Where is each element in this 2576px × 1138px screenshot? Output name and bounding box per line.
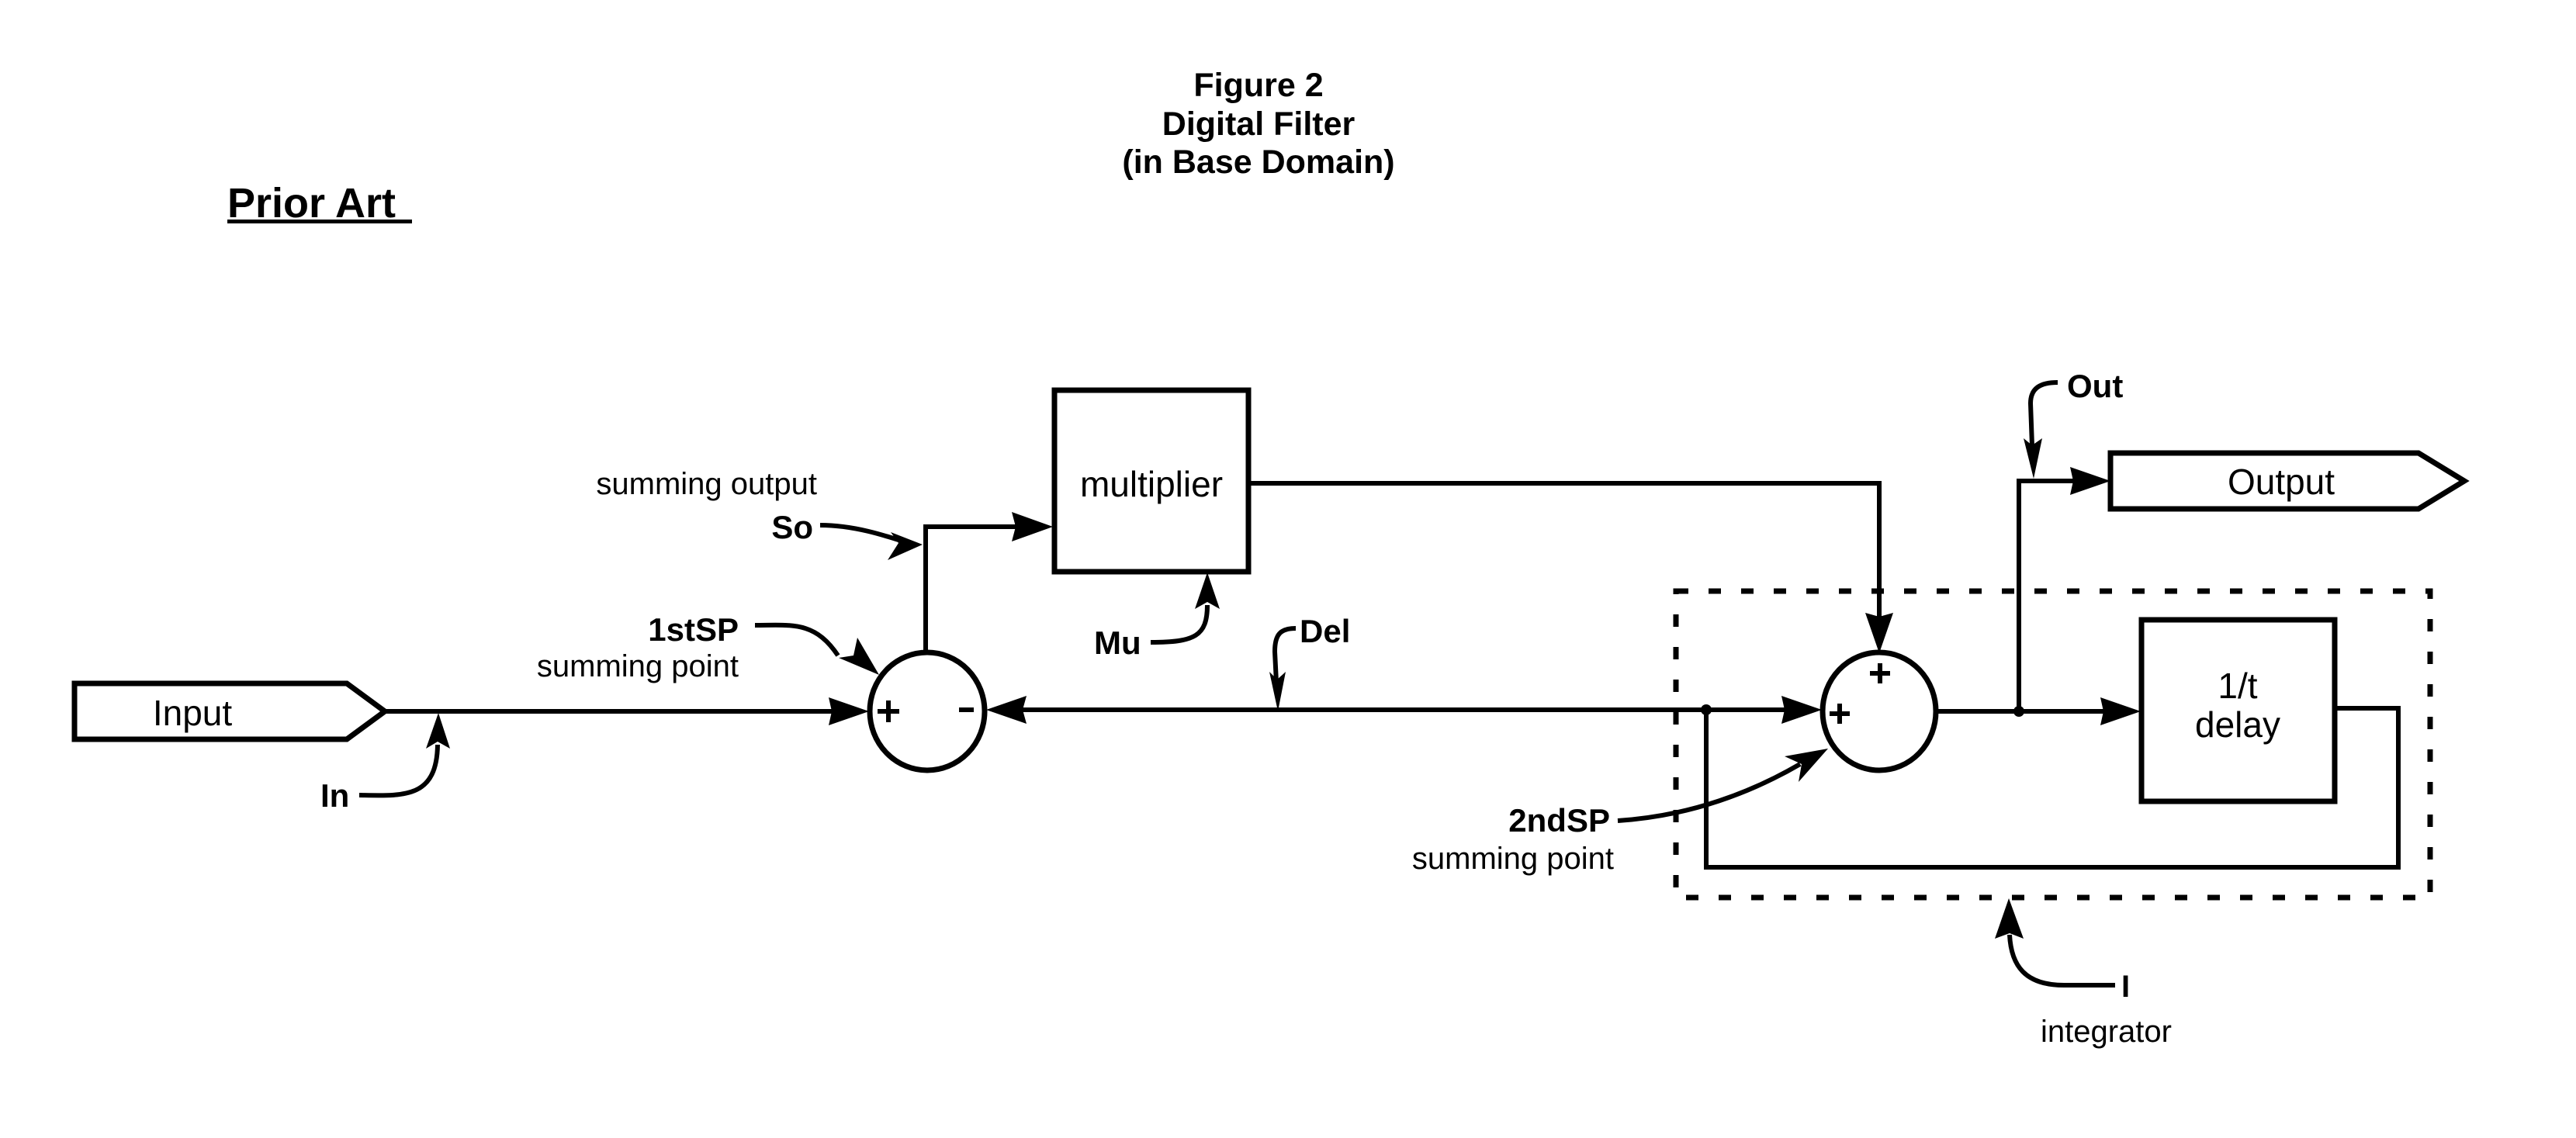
label-del: Del bbox=[1300, 613, 1350, 649]
first-summing-point bbox=[867, 649, 988, 773]
leader-sp1 bbox=[754, 622, 840, 657]
wire-branch-to-output bbox=[2017, 479, 2083, 711]
output-label: Output bbox=[2228, 462, 2335, 502]
arrowhead-into-sp1-plus bbox=[829, 697, 869, 725]
delay-label-text: delay bbox=[2195, 704, 2280, 745]
label-sp1: 1stSP bbox=[648, 611, 739, 648]
leader-integrator bbox=[2007, 934, 2115, 988]
label-sp2: 2ndSP bbox=[1508, 802, 1610, 839]
leader-sp2 bbox=[1617, 762, 1802, 823]
arrowhead-into-sp2-top bbox=[1865, 613, 1893, 653]
wire-sp1-to-multiplier bbox=[923, 524, 1024, 652]
input-block: Input bbox=[71, 680, 390, 742]
leader-out bbox=[2027, 380, 2058, 447]
figure-title: Digital Filter bbox=[1162, 105, 1356, 143]
arrowhead-into-output bbox=[2070, 467, 2110, 495]
second-summing-point bbox=[1819, 649, 1939, 773]
wire-multiplier-to-sp2 bbox=[1248, 481, 1882, 621]
arrowhead-integrator bbox=[1995, 898, 2024, 939]
arrowhead-mu bbox=[1195, 572, 1220, 609]
label-so-desc: summing output bbox=[596, 467, 817, 501]
arrowhead-into-delay bbox=[2100, 697, 2141, 725]
label-integrator-desc: integrator bbox=[2041, 1015, 2172, 1049]
arrowhead-sp2 bbox=[1785, 749, 1828, 782]
digital-filter-diagram: Figure 2 Digital Filter (in Base Domain)… bbox=[71, 67, 2470, 1049]
label-sp1-desc: summing point bbox=[537, 649, 739, 683]
leader-mu bbox=[1150, 604, 1210, 645]
arrowhead-into-sp1-minus bbox=[986, 696, 1027, 724]
label-so: So bbox=[771, 509, 813, 545]
output-block: Output bbox=[2107, 450, 2470, 512]
multiplier-block: multiplier bbox=[1051, 387, 1252, 575]
delay-block: 1/t delay bbox=[2138, 617, 2338, 804]
leader-in bbox=[358, 744, 440, 798]
label-sp2-desc: summing point bbox=[1412, 842, 1614, 876]
label-in: In bbox=[320, 777, 349, 814]
leader-del bbox=[1272, 626, 1297, 683]
arrowhead-in bbox=[426, 713, 450, 749]
label-integrator-ref: I bbox=[2121, 970, 2130, 1004]
input-label: Input bbox=[153, 693, 233, 733]
delay-label-ratio: 1/t bbox=[2218, 666, 2257, 706]
label-mu: Mu bbox=[1094, 624, 1141, 661]
prior-art-underline bbox=[227, 220, 412, 223]
label-out: Out bbox=[2067, 368, 2123, 404]
arrowhead-into-multiplier bbox=[1012, 512, 1053, 541]
multiplier-label: multiplier bbox=[1080, 464, 1223, 504]
arrowhead-into-sp2-left bbox=[1781, 696, 1822, 724]
figure-label: Figure 2 bbox=[1193, 67, 1323, 104]
arrowhead-sp1 bbox=[839, 638, 879, 675]
figure-subtitle: (in Base Domain) bbox=[1122, 144, 1394, 181]
